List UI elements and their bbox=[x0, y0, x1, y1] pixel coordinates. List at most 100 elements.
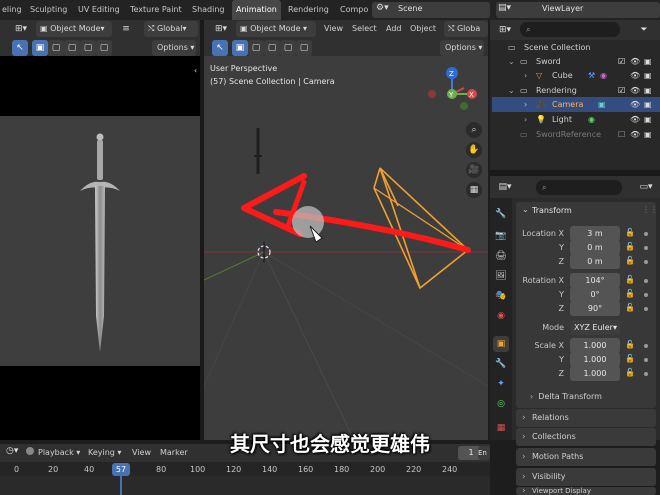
tab-texture-paint[interactable]: Texture Paint bbox=[130, 0, 182, 20]
main-orientation-select[interactable]: ⤭ Globa bbox=[444, 21, 488, 37]
lock-icon[interactable]: 🔓 bbox=[625, 228, 635, 237]
outliner-row-sword[interactable]: ⌄ ▭ Sword ☑ 👁 ▣ bbox=[492, 54, 660, 69]
main-select-extend-icon[interactable]: ▢ bbox=[248, 40, 264, 56]
scale-z-field[interactable]: 1.000 bbox=[570, 366, 620, 381]
output-tab-icon[interactable]: 🖨 bbox=[493, 248, 509, 264]
outliner-filter-icon[interactable]: ⏷ bbox=[636, 22, 652, 38]
left-orientation-select[interactable]: ⤭ Global▾ bbox=[144, 21, 198, 37]
keyframe-dot-icon[interactable] bbox=[644, 279, 648, 283]
rotation-y-field[interactable]: 0° bbox=[570, 287, 620, 302]
main-select-intersect-icon[interactable]: ▢ bbox=[296, 40, 312, 56]
outliner-row-cube[interactable]: › ▽ Cube ⚒ ◉ 👁 ▣ bbox=[492, 68, 660, 83]
select-extend-icon[interactable]: ▢ bbox=[48, 40, 64, 56]
expand-icon[interactable]: › bbox=[524, 68, 527, 83]
tab-uv-editing[interactable]: UV Editing bbox=[78, 0, 120, 20]
particles-tab-icon[interactable]: ✦ bbox=[493, 376, 509, 392]
modifier-tab-icon[interactable]: 🔧 bbox=[493, 356, 509, 372]
tab-shading[interactable]: Shading bbox=[192, 0, 225, 20]
motion-paths-panel[interactable]: Motion Paths bbox=[516, 448, 656, 466]
properties-search-input[interactable]: ⌕ bbox=[536, 180, 622, 195]
location-z-field[interactable]: 0 m bbox=[570, 254, 620, 269]
menu-view[interactable]: View bbox=[324, 21, 343, 37]
rotation-x-field[interactable]: 104° bbox=[570, 273, 620, 288]
timeline-toggle[interactable] bbox=[26, 447, 34, 455]
outliner-row-rendering[interactable]: ⌄ ▭ Rendering ☑ 👁 ▣ bbox=[492, 83, 660, 98]
keyframe-dot-icon[interactable] bbox=[644, 344, 648, 348]
outliner-row-scene-collection[interactable]: ▭ Scene Collection bbox=[492, 40, 660, 55]
camera-toggle-icon[interactable]: ▣ bbox=[644, 83, 652, 98]
tab-rendering[interactable]: Rendering bbox=[288, 0, 329, 20]
tab-compositing[interactable]: Compo bbox=[340, 0, 368, 20]
menu-select[interactable]: Select bbox=[352, 21, 377, 37]
expand-icon[interactable]: ⌄ bbox=[508, 83, 515, 98]
properties-editor-icon[interactable]: ▤▾ bbox=[494, 179, 516, 195]
3d-viewport[interactable]: User Perspective (57) Scene Collection |… bbox=[204, 56, 488, 440]
rotation-z-field[interactable]: 90° bbox=[570, 301, 620, 316]
zoom-icon[interactable]: ⌕ bbox=[466, 122, 482, 138]
transform-panel-header[interactable]: ⌄ Transform ⋮⋮ bbox=[516, 202, 658, 220]
select-intersect-icon[interactable]: ▢ bbox=[96, 40, 112, 56]
camera-toggle-icon[interactable]: ▣ bbox=[644, 127, 652, 142]
left-viewport-scroll-arrow[interactable]: ‹ bbox=[194, 66, 197, 75]
main-options-button[interactable]: Options ▾ bbox=[440, 40, 484, 56]
outliner-row-camera[interactable]: › 🎥 Camera ▣ 👁 ▣ bbox=[492, 97, 660, 112]
physics-tab-icon[interactable]: ◎ bbox=[493, 396, 509, 412]
eye-icon[interactable]: 👁 bbox=[630, 97, 640, 112]
object-tab-icon[interactable]: ▣ bbox=[493, 336, 509, 352]
camera-toggle-icon[interactable]: ▣ bbox=[644, 97, 652, 112]
lock-icon[interactable]: 🔓 bbox=[625, 354, 635, 363]
checkbox-icon[interactable]: ☑ bbox=[618, 83, 625, 98]
tool-tab-icon[interactable]: 🔧 bbox=[493, 206, 509, 222]
main-mode-select[interactable]: ▣ Object Mode ▾ bbox=[236, 21, 316, 37]
lock-icon[interactable]: 🔓 bbox=[625, 289, 635, 298]
eye-icon[interactable]: 👁 bbox=[630, 68, 640, 83]
view-layer-tab-icon[interactable]: 🖼 bbox=[493, 268, 509, 284]
editor-type-icon[interactable]: ⊞▾ bbox=[10, 21, 32, 37]
timeline-editor-icon[interactable]: ◷▾ bbox=[6, 446, 18, 456]
viewport-display-panel[interactable]: Viewport Display bbox=[516, 487, 656, 495]
lock-icon[interactable]: 🔓 bbox=[625, 275, 635, 284]
eye-icon[interactable]: 👁 bbox=[630, 127, 640, 142]
eye-icon[interactable]: 👁 bbox=[630, 54, 640, 69]
menu-object[interactable]: Object bbox=[410, 21, 436, 37]
camera-view-icon[interactable]: 🎥 bbox=[466, 162, 482, 178]
tab-sculpting[interactable]: Sculpting bbox=[30, 0, 67, 20]
menu-add[interactable]: Add bbox=[386, 21, 402, 37]
keyframe-dot-icon[interactable] bbox=[644, 307, 648, 311]
scene-tab-icon[interactable]: 🎭 bbox=[493, 288, 509, 304]
lock-icon[interactable]: 🔓 bbox=[625, 242, 635, 251]
keyframe-dot-icon[interactable] bbox=[644, 358, 648, 362]
outliner-row-light[interactable]: › 💡 Light ◉ 👁 ▣ bbox=[492, 112, 660, 127]
main-select-subtract-icon[interactable]: ▢ bbox=[264, 40, 280, 56]
eye-icon[interactable]: 👁 bbox=[630, 83, 640, 98]
tab-animation[interactable]: Animation bbox=[232, 0, 281, 20]
keyframe-dot-icon[interactable] bbox=[644, 246, 648, 250]
eye-icon[interactable]: 👁 bbox=[630, 112, 640, 127]
checkbox-icon[interactable]: ☐ bbox=[618, 127, 625, 142]
tab-modeling[interactable]: eling bbox=[2, 0, 22, 20]
sword-reference-canvas[interactable] bbox=[0, 116, 200, 366]
delta-transform-row[interactable]: › Delta Transform bbox=[530, 390, 602, 404]
expand-icon[interactable]: › bbox=[524, 97, 527, 112]
timeline-keying-menu[interactable]: Keying ▾ bbox=[88, 445, 121, 461]
hamburger-icon[interactable]: ≡ bbox=[118, 21, 134, 37]
camera-toggle-icon[interactable]: ▣ bbox=[644, 112, 652, 127]
scale-y-field[interactable]: 1.000 bbox=[570, 352, 620, 367]
camera-toggle-icon[interactable]: ▣ bbox=[644, 54, 652, 69]
main-select-tool-icon[interactable]: ↖ bbox=[212, 40, 228, 56]
lock-icon[interactable]: 🔓 bbox=[625, 256, 635, 265]
rotation-mode-select[interactable]: XYZ Euler▾ bbox=[570, 320, 620, 335]
location-x-field[interactable]: 3 m bbox=[570, 226, 620, 241]
select-tool-icon[interactable]: ↖ bbox=[12, 40, 28, 56]
navigation-gizmo[interactable]: Z Y X bbox=[424, 64, 480, 114]
outliner-row-sword-reference[interactable]: ▭ SwordReference ☐ 👁 ▣ bbox=[492, 127, 660, 142]
view-layer-selector[interactable]: ▤▾ ViewLayer bbox=[496, 2, 660, 18]
timeline-playback-menu[interactable]: Playback ▾ bbox=[38, 445, 80, 461]
select-subtract-icon[interactable]: ▢ bbox=[64, 40, 80, 56]
drag-handle-icon[interactable]: ⋮⋮ bbox=[642, 205, 658, 214]
left-mode-select[interactable]: ▣ Object Mode▾ bbox=[36, 21, 112, 37]
keyframe-dot-icon[interactable] bbox=[644, 293, 648, 297]
scene-selector[interactable]: ⚙▾ Scene bbox=[372, 2, 490, 18]
main-select-box-icon[interactable]: ▣ bbox=[232, 40, 248, 56]
playhead[interactable]: 57 bbox=[112, 463, 130, 476]
